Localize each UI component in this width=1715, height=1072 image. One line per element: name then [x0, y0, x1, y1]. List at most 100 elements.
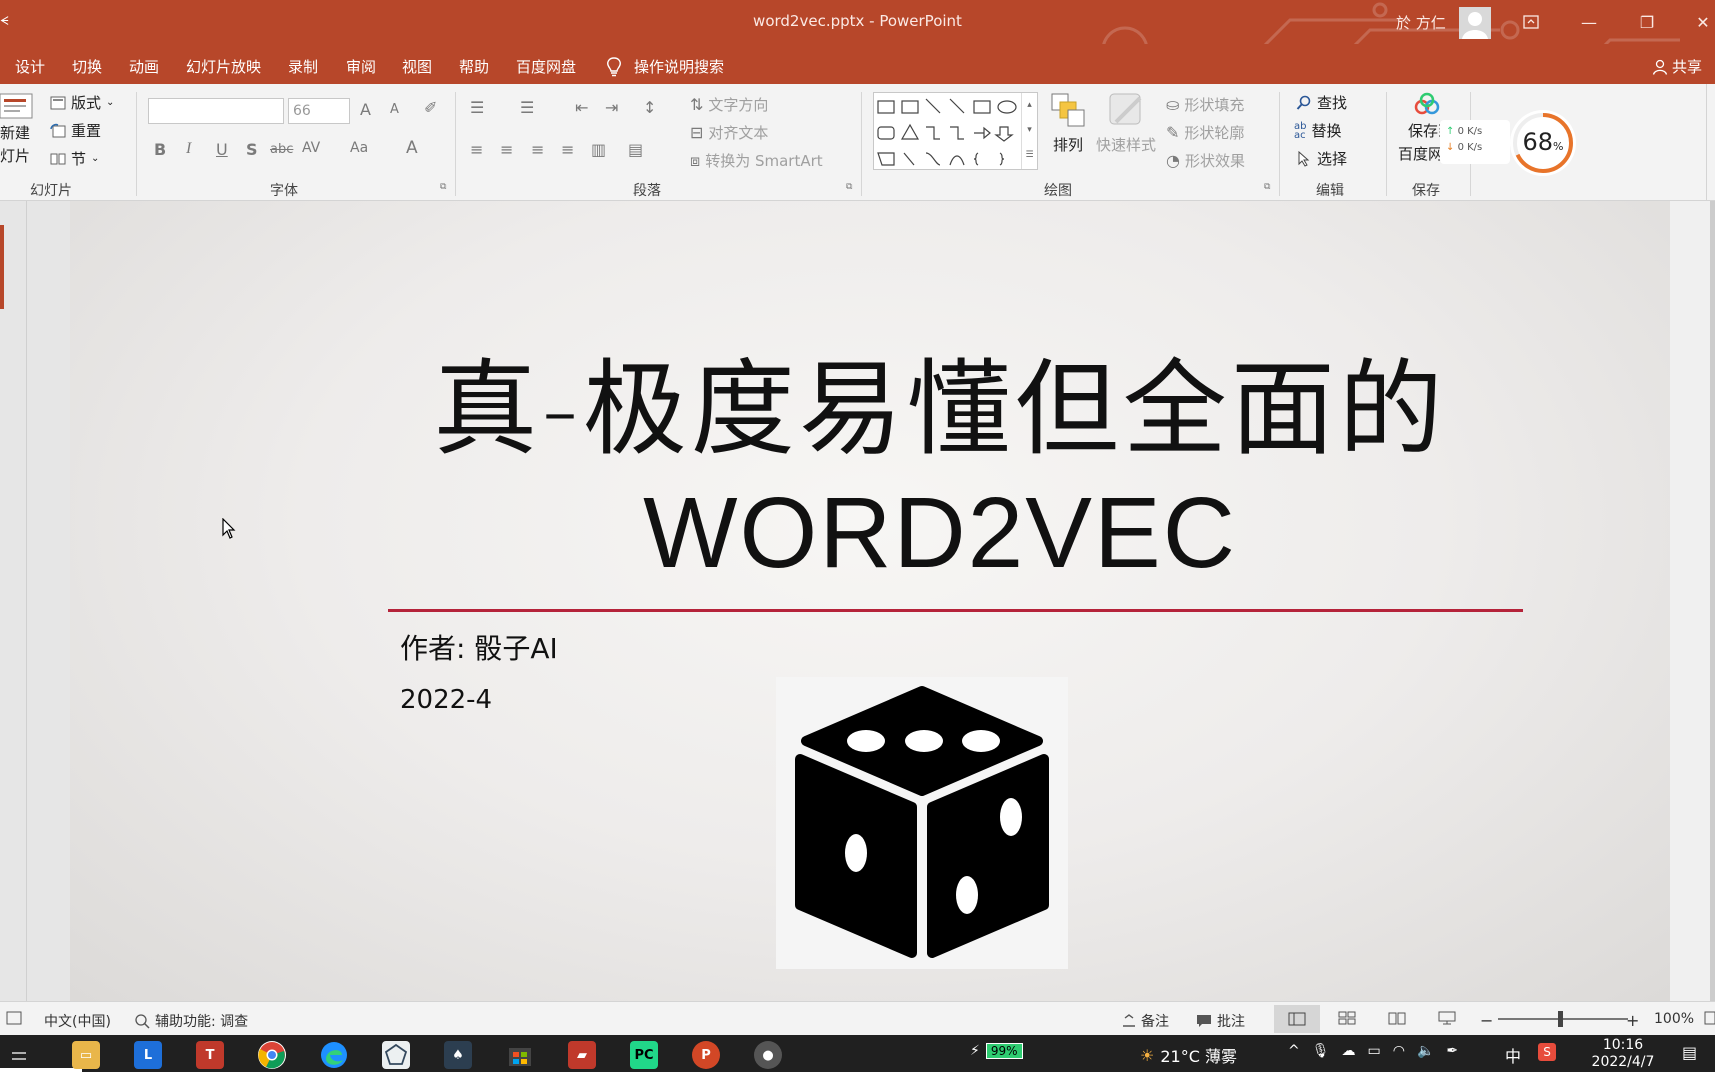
restore-button[interactable]: ❐ [1632, 10, 1662, 34]
slide[interactable]: 真-极度易懂但全面的 WORD2VEC 作者: 骰子AI 2022-4 [70, 201, 1670, 1001]
tab-help[interactable]: 帮助 [459, 56, 489, 77]
slide-indicator[interactable] [6, 1011, 22, 1025]
arrange-button[interactable]: 排列 [1050, 92, 1086, 155]
solitaire-icon[interactable]: ♠ [444, 1041, 472, 1069]
date-text[interactable]: 2022-4 [400, 685, 492, 715]
slide-title[interactable]: 真-极度易懂但全面的 WORD2VEC [380, 349, 1500, 597]
game-app-icon[interactable]: ▰ [568, 1041, 596, 1069]
notifications-icon[interactable]: ▤ [1682, 1043, 1697, 1062]
justify-icon[interactable]: ≡ [561, 140, 574, 159]
tab-record[interactable]: 录制 [288, 56, 318, 77]
font-color-button[interactable]: A [406, 138, 418, 158]
file-explorer-icon[interactable]: ▭ [72, 1041, 100, 1069]
recorder-icon[interactable]: ● [754, 1041, 782, 1069]
ime-indicator[interactable]: 中 [1505, 1043, 1521, 1067]
store-icon[interactable] [506, 1041, 534, 1069]
grow-font-button[interactable]: A [360, 100, 371, 119]
text-direction-button[interactable]: ⇅ 文字方向 [690, 94, 768, 115]
shadow-button[interactable]: S [246, 140, 258, 159]
scrollbar-track[interactable] [1710, 201, 1715, 1001]
zoom-slider-thumb[interactable] [1558, 1011, 1563, 1027]
language-indicator[interactable]: 中文(中国) [44, 1011, 111, 1031]
tab-slideshow[interactable]: 幻灯片放映 [186, 56, 261, 77]
slideshow-button[interactable] [1438, 1011, 1456, 1025]
tab-review[interactable]: 审阅 [346, 56, 376, 77]
line-spacing-icon[interactable]: ↕ [643, 98, 656, 117]
align-right-icon[interactable]: ≡ [531, 140, 544, 159]
shapes-gallery[interactable]: ▴ ▾ ☰ [873, 92, 1038, 170]
normal-view-button[interactable] [1274, 1005, 1320, 1033]
powerpoint-icon[interactable]: P [692, 1041, 720, 1069]
clear-format-icon[interactable]: ✐ [424, 98, 437, 117]
share-button[interactable]: 共享 [1652, 56, 1702, 77]
change-case-button[interactable]: Aa [350, 140, 368, 156]
pycharm-icon[interactable]: PC [630, 1041, 658, 1069]
chrome-icon[interactable] [258, 1041, 286, 1069]
author-text[interactable]: 作者: 骰子AI [400, 627, 558, 667]
font-name-combo[interactable] [148, 98, 284, 124]
sogou-icon[interactable]: S [1538, 1043, 1556, 1061]
lenovo-app-icon[interactable]: L [134, 1041, 162, 1069]
tab-baidu-netdisk[interactable]: 百度网盘 [516, 56, 576, 77]
accessibility-button[interactable]: 辅助功能: 调查 [134, 1011, 248, 1031]
font-size-combo[interactable]: 66 [288, 98, 350, 124]
find-button[interactable]: 查找 [1296, 92, 1347, 113]
system-tray-icons[interactable]: ^ 🎙 ☁ ▭ ◠ 🔈 ✒ [1288, 1043, 1458, 1059]
comments-button[interactable]: 批注 [1196, 1011, 1245, 1031]
select-button[interactable]: 选择 [1296, 148, 1347, 169]
align-center-icon[interactable]: ≡ [500, 140, 513, 159]
smartart-button[interactable]: ⧈ 转换为 SmartArt [690, 150, 823, 171]
new-slide-button[interactable]: 新建 灯片 [0, 90, 34, 166]
battery-icon[interactable]: ▭ [1368, 1043, 1381, 1059]
font-dialog-launcher-icon[interactable]: ⧉ [440, 182, 446, 192]
columns-icon[interactable]: ▤ [628, 140, 643, 159]
zoom-in-button[interactable]: + [1626, 1011, 1639, 1030]
weather-widget[interactable]: ☀ 21°C 薄雾 [1140, 1043, 1237, 1067]
shape-outline-button[interactable]: ✎ 形状轮廓 [1166, 122, 1244, 143]
slide-thumbnail-pane[interactable] [0, 201, 70, 1001]
reset-button[interactable]: 重置 [50, 120, 101, 141]
minimize-button[interactable]: — [1574, 10, 1604, 34]
fit-slide-button[interactable] [1704, 1011, 1715, 1025]
section-button[interactable]: 节 ⌄ [50, 148, 99, 169]
quick-styles-button[interactable]: 快速样式 [1096, 92, 1156, 155]
speaker-icon[interactable]: 🔈 [1417, 1043, 1434, 1059]
dice-image[interactable] [776, 677, 1068, 969]
bullets-icon[interactable]: ☰ [470, 98, 484, 117]
strikethrough-button[interactable]: abc [270, 142, 293, 157]
drawing-dialog-launcher-icon[interactable]: ⧉ [1264, 182, 1270, 192]
bold-button[interactable]: B [154, 140, 166, 159]
replace-button[interactable]: ab ac 替换 [1294, 120, 1342, 141]
zoom-out-button[interactable]: − [1480, 1011, 1493, 1030]
tab-design[interactable]: 设计 [15, 56, 45, 77]
distributed-icon[interactable]: ▥ [591, 140, 606, 159]
pen-tray-icon[interactable]: ✒ [1446, 1043, 1458, 1059]
webcam-app-icon[interactable] [382, 1041, 410, 1069]
zoom-level[interactable]: 100% [1654, 1011, 1694, 1027]
zoom-slider[interactable] [1498, 1011, 1628, 1027]
account-name[interactable]: 於 方仁 [1396, 12, 1446, 33]
layout-button[interactable]: 版式 ⌄ [50, 92, 114, 113]
chevron-up-icon[interactable]: ^ [1288, 1043, 1300, 1059]
align-left-icon[interactable]: ≡ [470, 140, 483, 159]
tab-animations[interactable]: 动画 [129, 56, 159, 77]
underline-button[interactable]: U [216, 140, 228, 159]
shape-fill-button[interactable]: ⛀ 形状填充 [1166, 94, 1244, 115]
notes-button[interactable]: 备注 [1122, 1011, 1169, 1031]
close-button[interactable]: ✕ [1688, 10, 1715, 34]
italic-button[interactable]: I [186, 140, 191, 158]
ribbon-display-options-button[interactable] [1516, 10, 1546, 34]
shapes-scroll[interactable]: ▴ ▾ ☰ [1021, 93, 1037, 169]
edge-icon[interactable] [320, 1041, 348, 1069]
reading-view-button[interactable] [1388, 1011, 1406, 1025]
shrink-font-button[interactable]: A [390, 102, 399, 117]
avatar[interactable] [1459, 7, 1491, 39]
increase-indent-icon[interactable]: ⇥ [605, 98, 618, 117]
tell-me-search[interactable]: 操作说明搜索 [606, 56, 724, 77]
red-app-icon[interactable]: T [196, 1041, 224, 1069]
wifi-icon[interactable]: ◠ [1393, 1043, 1405, 1059]
paragraph-dialog-launcher-icon[interactable]: ⧉ [846, 182, 852, 192]
numbering-icon[interactable]: ☰ [520, 98, 534, 117]
clock[interactable]: 10:16 2022/4/7 [1568, 1037, 1678, 1071]
shape-effects-button[interactable]: ◔ 形状效果 [1166, 150, 1245, 171]
